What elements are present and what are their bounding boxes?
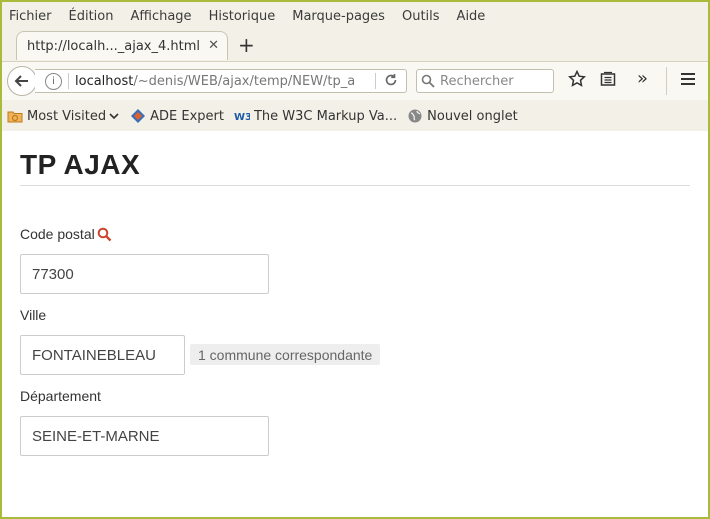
ville-match-badge: 1 commune correspondante [190,344,381,365]
bookmark-label: The W3C Markup Va... [253,108,398,124]
navigation-bar: i localhost/~denis/WEB/ajax/temp/NEW/tp_… [2,61,708,100]
overflow-chevron-icon[interactable]: » [637,68,648,89]
back-button[interactable] [7,66,37,96]
url-separator [68,73,69,89]
menu-fichier[interactable]: Fichier [9,9,52,24]
ville-label: Ville [20,307,47,323]
back-arrow-icon [14,75,28,87]
reload-icon[interactable] [384,73,398,87]
svg-text:W3: W3 [234,112,250,123]
postal-code-label: Code postal [20,226,112,242]
bookmark-ade-expert[interactable]: ADE Expert [130,108,224,124]
tab-active[interactable]: http://localh..._ajax_4.html ✕ [16,31,228,60]
hamburger-menu-icon[interactable] [679,70,697,88]
info-icon[interactable]: i [45,72,62,90]
toolbar-separator [666,67,667,95]
tab-strip: http://localh..._ajax_4.html ✕ + [2,30,708,61]
postal-code-label-text: Code postal [20,226,95,242]
chevron-down-icon [109,113,119,120]
departement-input[interactable]: SEINE-ET-MARNE [20,416,269,456]
page-content: TP AJAX Code postal 77300 Ville FONTAINE… [2,131,708,517]
menu-marque-pages[interactable]: Marque-pages [292,9,385,24]
url-host: localhost [75,73,134,89]
w3c-icon: W3 [234,108,250,124]
search-icon [421,74,435,88]
page-title: TP AJAX [20,149,141,180]
folder-icon [7,108,23,124]
bookmark-label: ADE Expert [150,108,224,124]
bookmark-star-icon[interactable] [568,70,586,88]
bookmark-most-visited[interactable]: Most Visited [7,108,120,124]
search-icon[interactable] [97,227,112,242]
url-separator-right [375,73,376,89]
url-bar[interactable]: i localhost/~denis/WEB/ajax/temp/NEW/tp_… [35,69,407,93]
browser-window: Fichier Édition Affichage Historique Mar… [0,0,710,519]
bookmark-nouvel-onglet[interactable]: Nouvel onglet [407,108,518,124]
menu-historique[interactable]: Historique [209,9,276,24]
menu-aide[interactable]: Aide [457,9,486,24]
search-bar[interactable]: Rechercher [416,69,554,93]
globe-icon [407,108,423,124]
menu-affichage[interactable]: Affichage [130,9,191,24]
url-path: /~denis/WEB/ajax/temp/NEW/tp_a [133,73,356,89]
bookmarks-toolbar: Most Visited ADE Expert W3 The W3C Marku… [2,100,708,133]
postal-code-input[interactable]: 77300 [20,254,269,294]
menu-edition[interactable]: Édition [69,9,114,24]
search-placeholder: Rechercher [440,73,514,89]
title-divider [20,185,690,186]
reading-list-icon[interactable] [599,70,617,88]
tab-title: http://localh..._ajax_4.html [27,38,201,54]
ville-input[interactable]: FONTAINEBLEAU [20,335,185,375]
bookmark-label: Nouvel onglet [427,108,518,124]
bookmark-w3c-validator[interactable]: W3 The W3C Markup Va... [234,108,397,124]
departement-label: Département [20,388,101,404]
bookmark-label: Most Visited [27,108,107,124]
close-icon[interactable]: ✕ [208,38,219,53]
menu-bar: Fichier Édition Affichage Historique Mar… [2,2,708,30]
new-tab-button[interactable]: + [238,33,255,57]
ade-icon [130,108,146,124]
menu-outils[interactable]: Outils [402,9,440,24]
